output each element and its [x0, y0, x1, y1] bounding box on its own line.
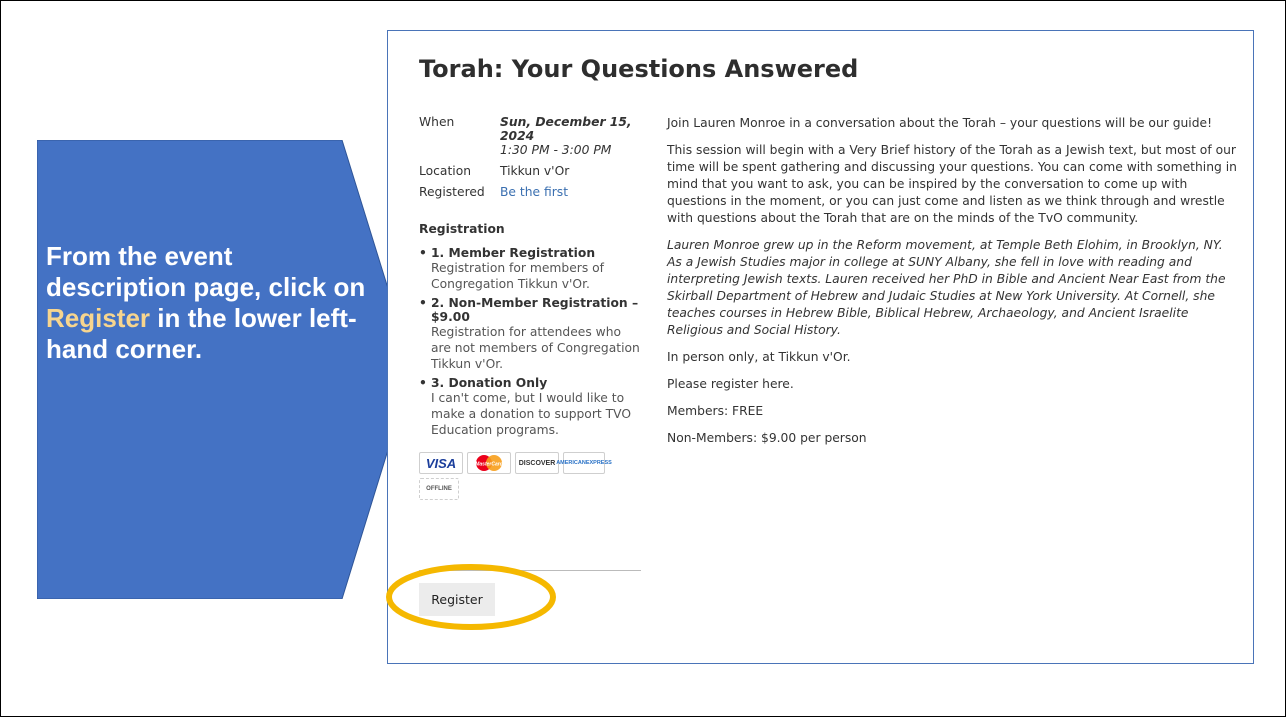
non-members-price: Non-Members: $9.00 per person: [667, 431, 867, 445]
registration-option: 2. Non-Member Registration – $9.00 Regis…: [419, 296, 641, 372]
mastercard-label: MasterCard: [475, 462, 503, 468]
offline-icon: OFFLINE: [419, 478, 459, 500]
callout-text-part1: From the event description page, click o…: [46, 241, 366, 302]
discover-icon: DISCOVER: [515, 452, 559, 474]
mastercard-logo: MasterCard: [475, 455, 504, 471]
location-row: Location Tikkun v'Or: [419, 164, 641, 178]
when-date: Sun, December 15, 2024: [500, 115, 632, 143]
location-label: Location: [419, 164, 472, 178]
amex-label-1: AMERICAN: [556, 460, 586, 466]
event-title: Torah: Your Questions Answered: [419, 55, 859, 83]
highlight-ellipse: [386, 564, 556, 630]
description-paragraph: Please register here.: [667, 377, 794, 391]
event-sidebar: When Sun, December 15, 2024 1:30 PM - 3:…: [419, 115, 641, 500]
callout-arrow-shape: [37, 140, 413, 599]
amex-label-2: EXPRESS: [585, 460, 612, 466]
registered-row: Registered Be the first: [419, 185, 641, 199]
location-value: Tikkun v'Or: [500, 164, 570, 178]
visa-icon: VISA: [419, 452, 463, 474]
registration-option: 1. Member Registration Registration for …: [419, 246, 641, 292]
registration-list: 1. Member Registration Registration for …: [419, 246, 641, 438]
when-row: When Sun, December 15, 2024 1:30 PM - 3:…: [419, 115, 641, 157]
description-paragraph: This session will begin with a Very Brie…: [667, 143, 1237, 225]
payment-methods: VISA MasterCard DISCOVER AMERICAN EXPRESS…: [419, 452, 619, 500]
presenter-bio: Lauren Monroe grew up in the Reform move…: [667, 238, 1226, 337]
callout-text: From the event description page, click o…: [46, 241, 366, 365]
american-express-icon: AMERICAN EXPRESS: [556, 452, 612, 474]
description-paragraph: Join Lauren Monroe in a conversation abo…: [667, 116, 1213, 130]
mastercard-icon: MasterCard: [467, 452, 511, 474]
when-label: When: [419, 115, 455, 129]
members-price: Members: FREE: [667, 404, 764, 418]
registration-heading: Registration: [419, 222, 505, 236]
registration-option-desc: I can't come, but I would like to make a…: [431, 391, 631, 437]
registration-option-title: 1. Member Registration: [431, 246, 596, 260]
callout-highlight-register: Register: [46, 303, 151, 333]
instruction-callout: From the event description page, click o…: [37, 140, 413, 599]
registration-option-title: 2. Non-Member Registration – $9.00: [431, 296, 639, 324]
registered-label: Registered: [419, 185, 485, 199]
registration-option-desc: Registration for members of Congregation…: [431, 261, 604, 291]
description-paragraph: In person only, at Tikkun v'Or.: [667, 350, 851, 364]
registration-option-desc: Registration for attendees who are not m…: [431, 325, 640, 371]
registration-option-title: 3. Donation Only: [431, 376, 548, 390]
event-description: Join Lauren Monroe in a conversation abo…: [667, 115, 1237, 457]
registration-option: 3. Donation Only I can't come, but I wou…: [419, 376, 641, 438]
registered-link[interactable]: Be the first: [500, 185, 568, 199]
when-time: 1:30 PM - 3:00 PM: [500, 143, 612, 157]
when-value: Sun, December 15, 2024 1:30 PM - 3:00 PM: [500, 115, 641, 157]
